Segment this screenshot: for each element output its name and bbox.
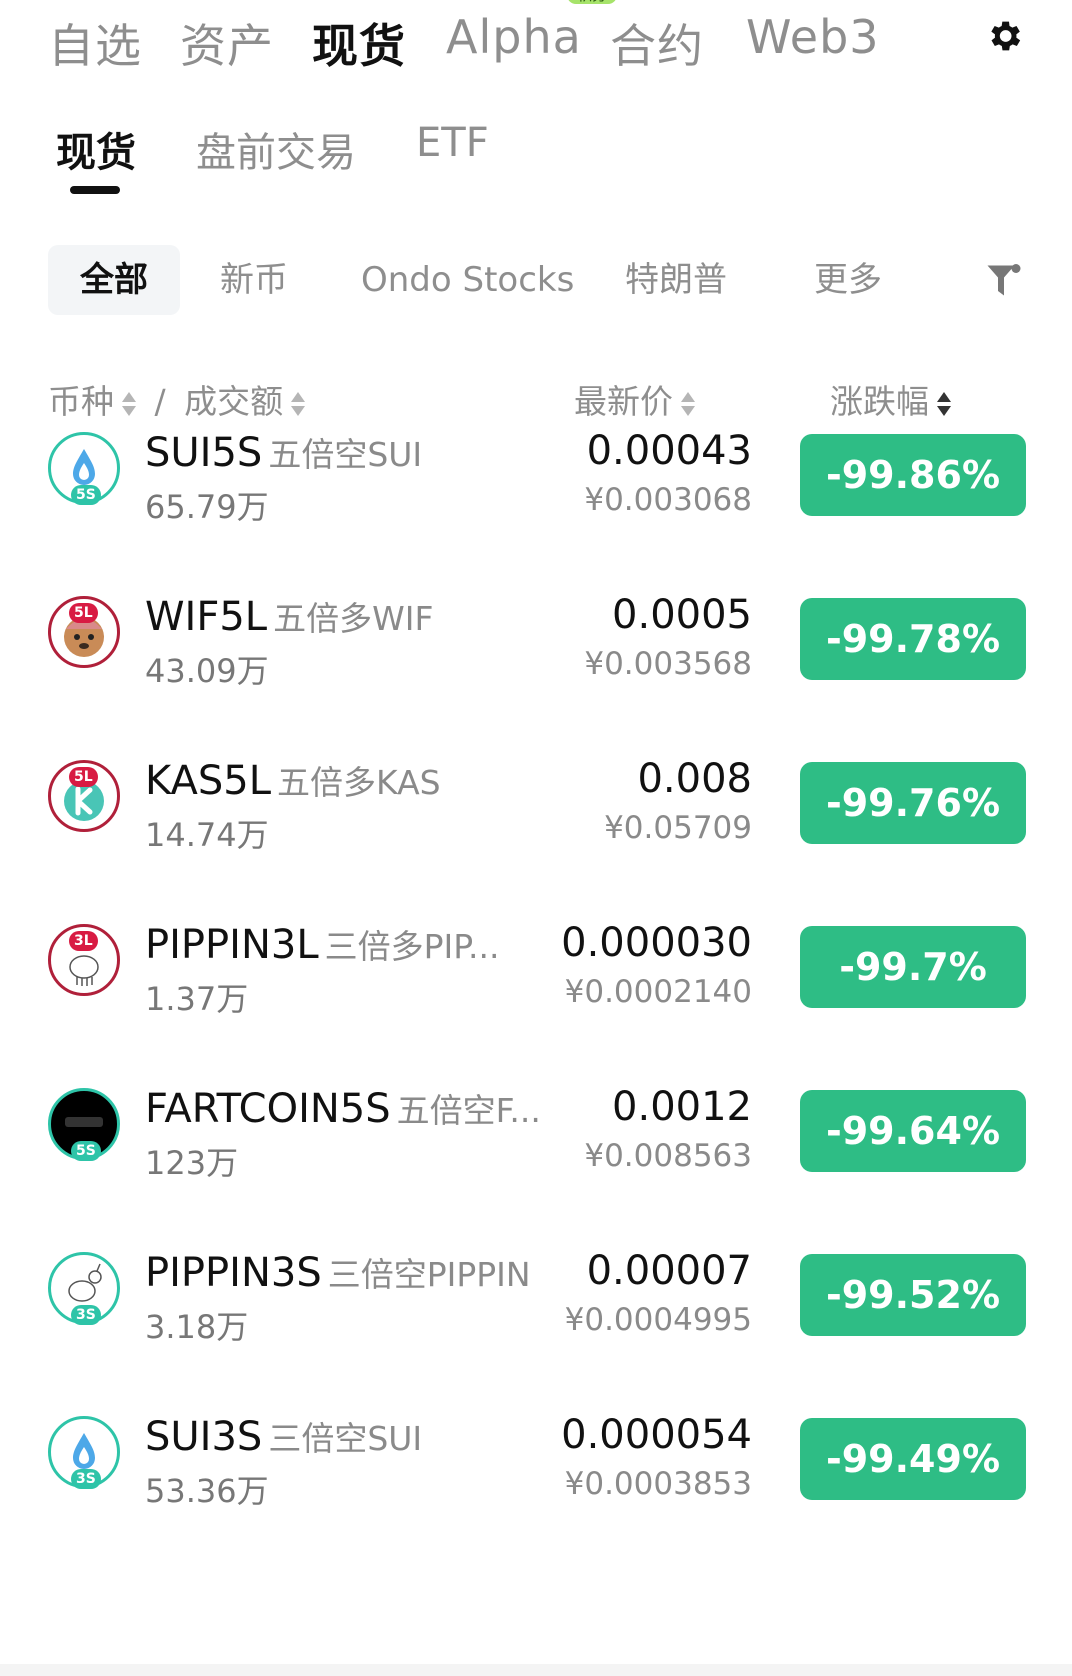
column-volume[interactable]: 成交额: [184, 382, 283, 421]
market-row[interactable]: 5S SUI5S 五倍空SUI 65.79万 0.00043 ¥0.003068 …: [0, 420, 1072, 550]
leverage-badge: 5L: [69, 767, 98, 787]
coin-price: 0.008: [637, 756, 752, 802]
coin-desc: 五倍多KAS: [277, 763, 441, 802]
coin-volume: 53.36万: [145, 1472, 269, 1510]
fartcoin-icon: 5S: [48, 1088, 120, 1161]
coin-volume: 14.74万: [145, 816, 269, 854]
column-change[interactable]: 涨跌幅: [830, 382, 929, 421]
settings-gear-icon[interactable]: [984, 16, 1024, 56]
sort-coin-icon[interactable]: [122, 390, 136, 418]
market-row[interactable]: 5L WIF5L 五倍多WIF 43.09万 0.0005 ¥0.003568 -…: [0, 584, 1072, 714]
coin-symbol: PIPPIN3S: [145, 1250, 322, 1296]
subtab-spot[interactable]: 现货: [56, 120, 136, 178]
market-row[interactable]: 3S SUI3S 三倍空SUI 53.36万 0.000054 ¥0.000385…: [0, 1404, 1072, 1534]
coin-symbol: SUI5S: [145, 430, 263, 476]
coin-desc: 五倍空SUI: [268, 435, 423, 474]
sui-drop-icon: 5S: [48, 432, 120, 505]
tab-assets[interactable]: 资产: [180, 10, 274, 76]
market-row[interactable]: 3L PIPPIN3L 三倍多PIP... 1.37万 0.000030 ¥0.0…: [0, 912, 1072, 1042]
leverage-badge: 3S: [71, 1469, 101, 1489]
coin-desc: 三倍空PIPPIN: [327, 1255, 531, 1294]
coin-symbol: WIF5L: [145, 594, 268, 640]
coin-symbol: PIPPIN3L: [145, 922, 319, 968]
coin-volume: 65.79万: [145, 488, 269, 526]
column-separator: /: [154, 382, 166, 421]
chip-new-coins[interactable]: 新币: [220, 245, 288, 315]
subtab-premarket[interactable]: 盘前交易: [196, 120, 356, 178]
coin-symbol: KAS5L: [145, 758, 272, 804]
coin-price-cny: ¥0.0003853: [564, 1466, 752, 1502]
coin-volume: 43.09万: [145, 652, 269, 690]
change-button[interactable]: -99.76%: [800, 762, 1026, 844]
coin-price: 0.000054: [561, 1412, 752, 1458]
coin-price-cny: ¥0.008563: [584, 1138, 752, 1174]
coin-volume: 123万: [145, 1144, 239, 1182]
pippin-unicorn-icon: 3L: [48, 924, 120, 996]
sort-change-icon[interactable]: [937, 390, 951, 418]
sub-tabs: 现货 盘前交易 ETF: [0, 120, 1072, 210]
market-row[interactable]: 3S PIPPIN3S 三倍空PIPPIN 3.18万 0.00007 ¥0.00…: [0, 1240, 1072, 1370]
change-button[interactable]: -99.78%: [800, 598, 1026, 680]
change-button[interactable]: -99.52%: [800, 1254, 1026, 1336]
coin-symbol: FARTCOIN5S: [145, 1086, 391, 1132]
tab-watchlist[interactable]: 自选: [48, 10, 142, 76]
leverage-badge: 3S: [71, 1305, 101, 1325]
tab-futures[interactable]: 合约: [610, 10, 704, 76]
market-row[interactable]: 5L KAS5L 五倍多KAS 14.74万 0.008 ¥0.05709 -99…: [0, 748, 1072, 878]
coin-price: 0.000030: [561, 920, 752, 966]
coin-price-cny: ¥0.0004995: [564, 1302, 752, 1338]
tab-web3[interactable]: Web3: [746, 10, 880, 64]
coin-price: 0.0012: [612, 1084, 752, 1130]
coin-price-cny: ¥0.0002140: [564, 974, 752, 1010]
sort-volume-icon[interactable]: [291, 390, 306, 418]
active-tab-underline: [70, 186, 120, 194]
pippin-unicorn-icon: 3S: [48, 1252, 120, 1325]
chip-more[interactable]: 更多: [814, 245, 882, 315]
kaspa-icon: 5L: [48, 760, 120, 832]
coin-price-cny: ¥0.05709: [604, 810, 752, 846]
leverage-badge: 5S: [71, 1141, 101, 1161]
coin-price-cny: ¥0.003068: [584, 482, 752, 518]
chip-ondo-stocks[interactable]: Ondo Stocks: [361, 245, 574, 315]
filter-funnel-icon[interactable]: [986, 262, 1022, 302]
change-button[interactable]: -99.7%: [800, 926, 1026, 1008]
coin-desc: 五倍空F...: [396, 1091, 541, 1130]
leverage-badge: 3L: [69, 931, 98, 951]
leverage-badge: 5S: [71, 485, 101, 505]
coin-price-cny: ¥0.003568: [584, 646, 752, 682]
coin-desc: 三倍空SUI: [268, 1419, 423, 1458]
change-button[interactable]: -99.64%: [800, 1090, 1026, 1172]
change-button[interactable]: -99.49%: [800, 1418, 1026, 1500]
tab-alpha[interactable]: Alpha: [446, 10, 582, 64]
bottom-divider: [0, 1664, 1072, 1676]
subtab-etf[interactable]: ETF: [416, 120, 489, 166]
tab-spot[interactable]: 现货: [312, 10, 406, 76]
coin-symbol: SUI3S: [145, 1414, 263, 1460]
coin-price: 0.00007: [586, 1248, 752, 1294]
coin-price: 0.00043: [586, 428, 752, 474]
change-button[interactable]: -99.86%: [800, 434, 1026, 516]
sui-drop-icon: 3S: [48, 1416, 120, 1489]
chip-trump[interactable]: 特朗普: [625, 245, 727, 315]
coin-desc: 三倍多PIP...: [324, 927, 500, 966]
column-header: 币种 / 成交额 最新价 涨跌幅: [0, 375, 1072, 425]
top-nav: 自选 资产 现货 Alpha 积分 合约 Web3: [0, 0, 1072, 80]
filter-chips: 全部 新币 Ondo Stocks 特朗普 更多: [0, 245, 1072, 315]
column-coin[interactable]: 币种: [48, 382, 114, 421]
sort-price-icon[interactable]: [681, 390, 695, 418]
coin-desc: 五倍多WIF: [273, 599, 434, 638]
column-price[interactable]: 最新价: [574, 382, 673, 421]
coin-volume: 1.37万: [145, 980, 249, 1018]
coin-price: 0.0005: [612, 592, 752, 638]
chip-all[interactable]: 全部: [48, 245, 180, 315]
dog-hat-icon: 5L: [48, 596, 120, 668]
leverage-badge: 5L: [69, 603, 98, 623]
coin-volume: 3.18万: [145, 1308, 249, 1346]
market-row[interactable]: 5S FARTCOIN5S 五倍空F... 123万 0.0012 ¥0.0085…: [0, 1076, 1072, 1206]
alpha-points-badge: 积分: [567, 0, 618, 4]
